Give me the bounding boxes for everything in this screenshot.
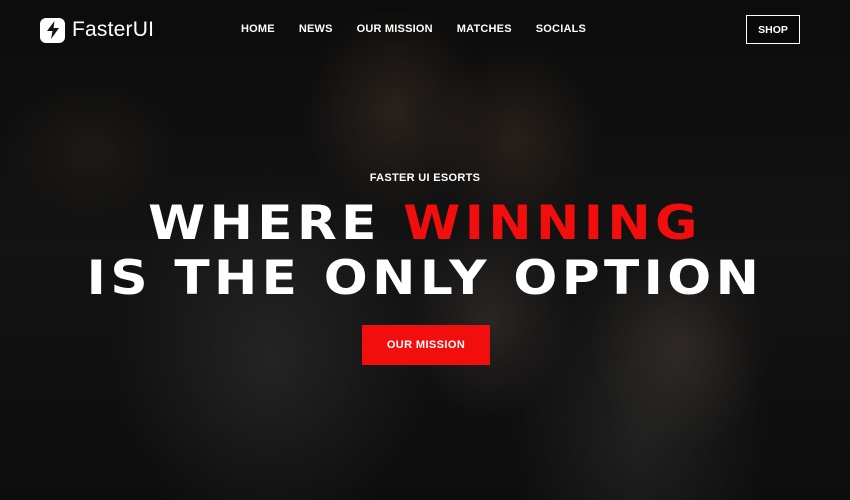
headline-part-1: WHERE xyxy=(148,196,404,251)
nav-item-socials[interactable]: SOCIALS xyxy=(536,23,586,35)
nav-item-our-mission[interactable]: OUR MISSION xyxy=(357,23,433,35)
brand-logo[interactable]: FasterUI xyxy=(40,16,154,44)
shop-button[interactable]: SHOP xyxy=(746,15,800,44)
lightning-bolt-icon xyxy=(40,17,65,43)
nav-item-news[interactable]: NEWS xyxy=(299,23,333,35)
main-nav: HOME NEWS OUR MISSION MATCHES SOCIALS xyxy=(241,23,610,35)
nav-item-matches[interactable]: MATCHES xyxy=(457,23,512,35)
our-mission-button[interactable]: OUR MISSION xyxy=(362,325,490,365)
headline-part-2: IS THE ONLY OPTION xyxy=(86,251,764,306)
hero-headline: WHERE WINNING IS THE ONLY OPTION xyxy=(0,196,850,306)
nav-item-home[interactable]: HOME xyxy=(241,23,275,35)
hero-eyebrow: FASTER UI ESORTS xyxy=(369,172,481,184)
headline-accent: WINNING xyxy=(403,196,702,251)
brand-name: FasterUI xyxy=(72,18,155,41)
